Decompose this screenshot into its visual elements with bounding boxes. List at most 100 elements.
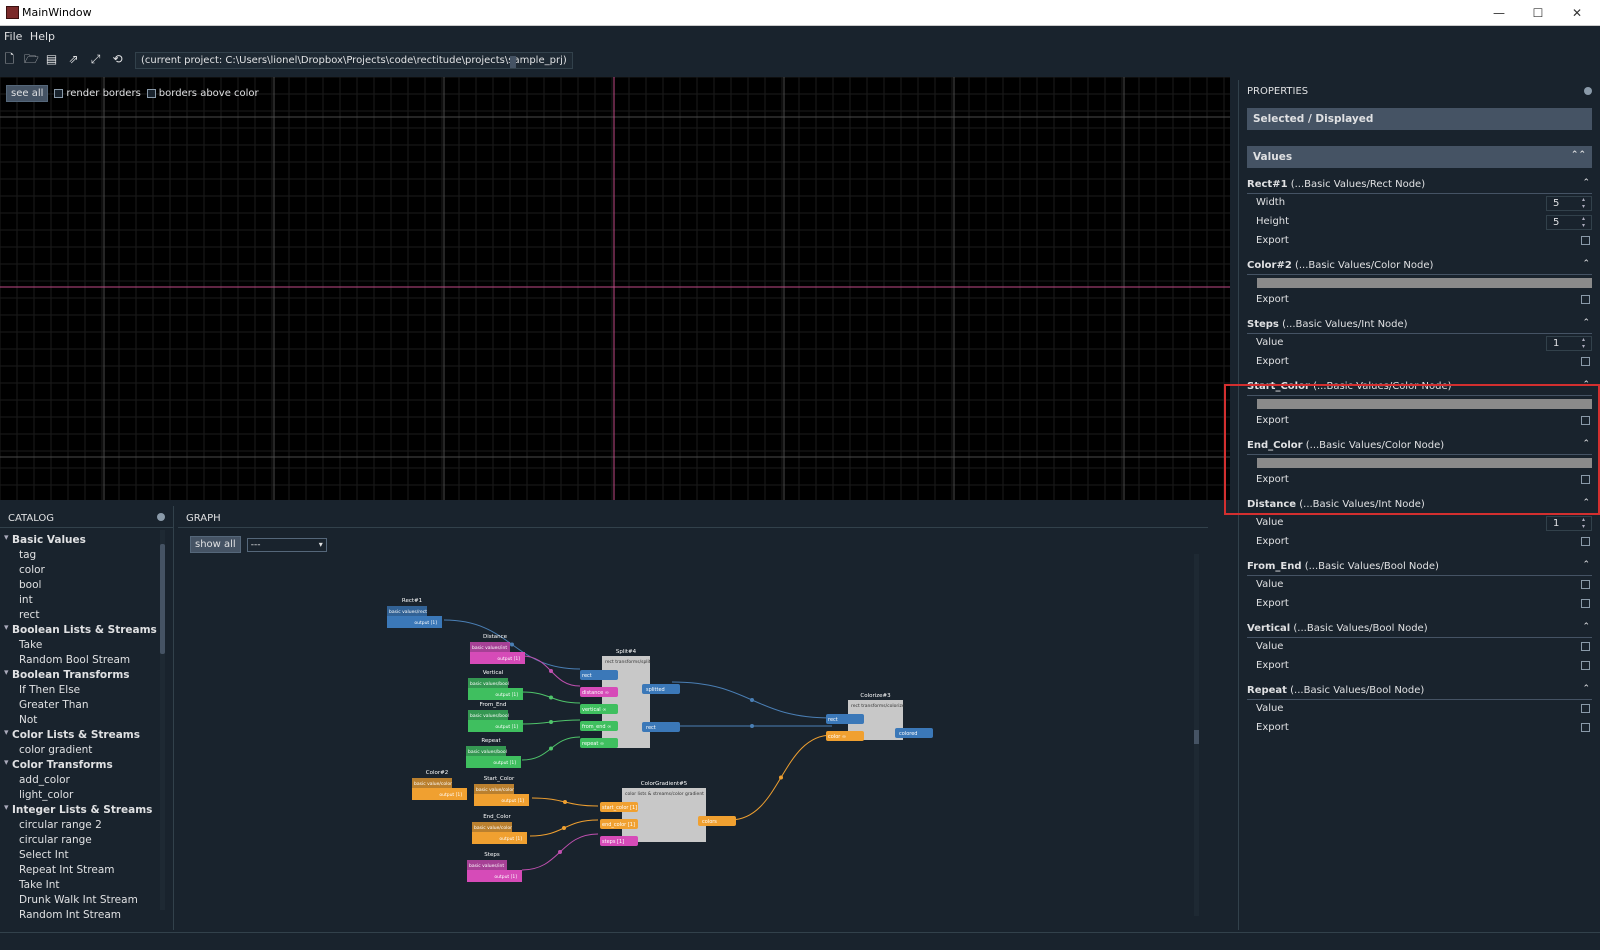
new-file-icon[interactable]: 🗋: [3, 53, 16, 66]
catalog-item[interactable]: Repeat Int Stream: [4, 862, 164, 877]
catalog-item[interactable]: Drunk Walk Int Stream: [4, 892, 164, 907]
render-borders-checkbox[interactable]: render borders: [54, 88, 141, 99]
collapse-chevron-icon[interactable]: ⌃: [1582, 259, 1590, 269]
property-checkbox[interactable]: [1581, 704, 1590, 713]
export-icon[interactable]: ⇗: [67, 53, 80, 66]
property-node-header[interactable]: Start_Color (...Basic Values/Color Node)…: [1247, 378, 1592, 396]
menu-file[interactable]: File: [0, 26, 22, 43]
port-label: start_color [1]: [602, 805, 637, 811]
catalog-item[interactable]: color gradient: [4, 742, 164, 757]
fit-icon[interactable]: ⤢: [89, 53, 102, 66]
catalog-group[interactable]: Color Lists & Streams: [4, 727, 164, 742]
property-node-header[interactable]: Steps (...Basic Values/Int Node) ⌃: [1247, 316, 1592, 334]
processing-node[interactable]: [602, 656, 650, 748]
node-title: Start_Color: [484, 776, 515, 782]
catalog-item[interactable]: rect: [4, 607, 164, 622]
selected-displayed-label: Selected / Displayed: [1253, 113, 1374, 125]
catalog-item[interactable]: light_color: [4, 787, 164, 802]
close-button[interactable]: ✕: [1554, 0, 1600, 26]
panel-float-icon[interactable]: [1584, 87, 1592, 95]
borders-above-color-checkbox[interactable]: borders above color: [146, 88, 259, 99]
scrollbar-thumb[interactable]: [1194, 730, 1199, 744]
property-checkbox[interactable]: [1581, 642, 1590, 651]
panel-float-icon[interactable]: [157, 513, 165, 521]
value-spinbox[interactable]: 1: [1546, 336, 1592, 351]
catalog-item[interactable]: circular range 2: [4, 817, 164, 832]
property-checkbox[interactable]: [1581, 537, 1590, 546]
collapse-chevron-icon[interactable]: ⌃: [1582, 560, 1590, 570]
value-spinbox[interactable]: 5: [1546, 215, 1592, 230]
property-node-header[interactable]: End_Color (...Basic Values/Color Node) ⌃: [1247, 437, 1592, 455]
property-checkbox[interactable]: [1581, 295, 1590, 304]
value-spinbox[interactable]: 1: [1546, 516, 1592, 531]
property-checkbox[interactable]: [1581, 599, 1590, 608]
selected-displayed-bar[interactable]: Selected / Displayed: [1247, 108, 1592, 130]
collapse-chevron-icon[interactable]: ⌃: [1582, 380, 1590, 390]
open-file-icon[interactable]: 🗁: [24, 53, 39, 66]
property-checkbox[interactable]: [1581, 416, 1590, 425]
property-node-header[interactable]: Vertical (...Basic Values/Bool Node) ⌃: [1247, 620, 1592, 638]
collapse-chevron-icon[interactable]: ⌃: [1582, 318, 1590, 328]
catalog-item[interactable]: Greater Than: [4, 697, 164, 712]
property-node-header[interactable]: Distance (...Basic Values/Int Node) ⌃: [1247, 496, 1592, 514]
viewport-grid: [0, 77, 1230, 500]
catalog-item[interactable]: If Then Else: [4, 682, 164, 697]
collapse-chevron-icon[interactable]: ⌃: [1582, 622, 1590, 632]
graph-canvas[interactable]: show all --- Rect#1basic values/rectoutp…: [182, 530, 1200, 916]
catalog-group[interactable]: Boolean Lists & Streams: [4, 622, 164, 637]
color-picker-bar[interactable]: [1257, 458, 1592, 468]
property-row: Export: [1247, 719, 1592, 738]
catalog-group[interactable]: Boolean Transforms: [4, 667, 164, 682]
menu-help[interactable]: Help: [26, 26, 55, 43]
node-graph[interactable]: Rect#1 basic values/rect output [1] Distanc…: [182, 530, 1182, 910]
toolbar-handle[interactable]: [510, 56, 516, 68]
collapse-chevron-icon[interactable]: ⌃: [1582, 498, 1590, 508]
graph-vscrollbar[interactable]: [1194, 554, 1199, 916]
property-node-header[interactable]: Rect#1 (...Basic Values/Rect Node) ⌃: [1247, 176, 1592, 194]
catalog-group[interactable]: Basic Values: [4, 532, 164, 547]
property-node-header[interactable]: Repeat (...Basic Values/Bool Node) ⌃: [1247, 682, 1592, 700]
catalog-item[interactable]: Random Bool Stream: [4, 652, 164, 667]
property-checkbox[interactable]: [1581, 661, 1590, 670]
color-picker-bar[interactable]: [1257, 399, 1592, 409]
reload-icon[interactable]: ⟲: [111, 53, 124, 66]
collapse-chevron-icon[interactable]: ⌃: [1582, 178, 1590, 188]
collapse-chevron-icon[interactable]: ⌃: [1582, 684, 1590, 694]
value-spinbox[interactable]: 5: [1546, 196, 1592, 211]
property-node-header[interactable]: Color#2 (...Basic Values/Color Node) ⌃: [1247, 257, 1592, 275]
catalog-item[interactable]: bool: [4, 577, 164, 592]
property-node-name: Rect#1: [1247, 179, 1288, 190]
property-checkbox[interactable]: [1581, 357, 1590, 366]
catalog-item[interactable]: Not: [4, 712, 164, 727]
catalog-scrollbar[interactable]: [160, 530, 165, 910]
scrollbar-thumb[interactable]: [160, 544, 165, 654]
catalog-item[interactable]: Select Int: [4, 847, 164, 862]
catalog-item[interactable]: add_color: [4, 772, 164, 787]
save-icon[interactable]: ▤: [45, 53, 58, 66]
catalog-item[interactable]: color: [4, 562, 164, 577]
catalog-group[interactable]: Integer Lists & Streams: [4, 802, 164, 817]
catalog-item[interactable]: circular range: [4, 832, 164, 847]
render-viewport[interactable]: see all render borders borders above col…: [0, 77, 1230, 500]
catalog-item[interactable]: Take Int: [4, 877, 164, 892]
menu-bar: File Help: [0, 26, 1600, 46]
node-type-label: color lists & streams/color gradient: [625, 791, 704, 797]
property-checkbox[interactable]: [1581, 236, 1590, 245]
catalog-item[interactable]: Random Int Stream: [4, 907, 164, 922]
property-row: Value: [1247, 638, 1592, 657]
catalog-item[interactable]: tag: [4, 547, 164, 562]
catalog-item[interactable]: int: [4, 592, 164, 607]
catalog-group[interactable]: Color Transforms: [4, 757, 164, 772]
catalog-item[interactable]: Take: [4, 637, 164, 652]
collapse-chevron-icon[interactable]: ⌃: [1582, 439, 1590, 449]
properties-header: PROPERTIES: [1239, 80, 1600, 108]
property-checkbox[interactable]: [1581, 580, 1590, 589]
color-picker-bar[interactable]: [1257, 278, 1592, 288]
values-bar[interactable]: Values ⌃⌃: [1247, 146, 1592, 168]
collapse-chevron-icon[interactable]: ⌃⌃: [1571, 150, 1586, 160]
property-checkbox[interactable]: [1581, 475, 1590, 484]
see-all-button[interactable]: see all: [6, 84, 49, 102]
property-label: Value: [1256, 337, 1284, 348]
property-checkbox[interactable]: [1581, 723, 1590, 732]
property-node-header[interactable]: From_End (...Basic Values/Bool Node) ⌃: [1247, 558, 1592, 576]
